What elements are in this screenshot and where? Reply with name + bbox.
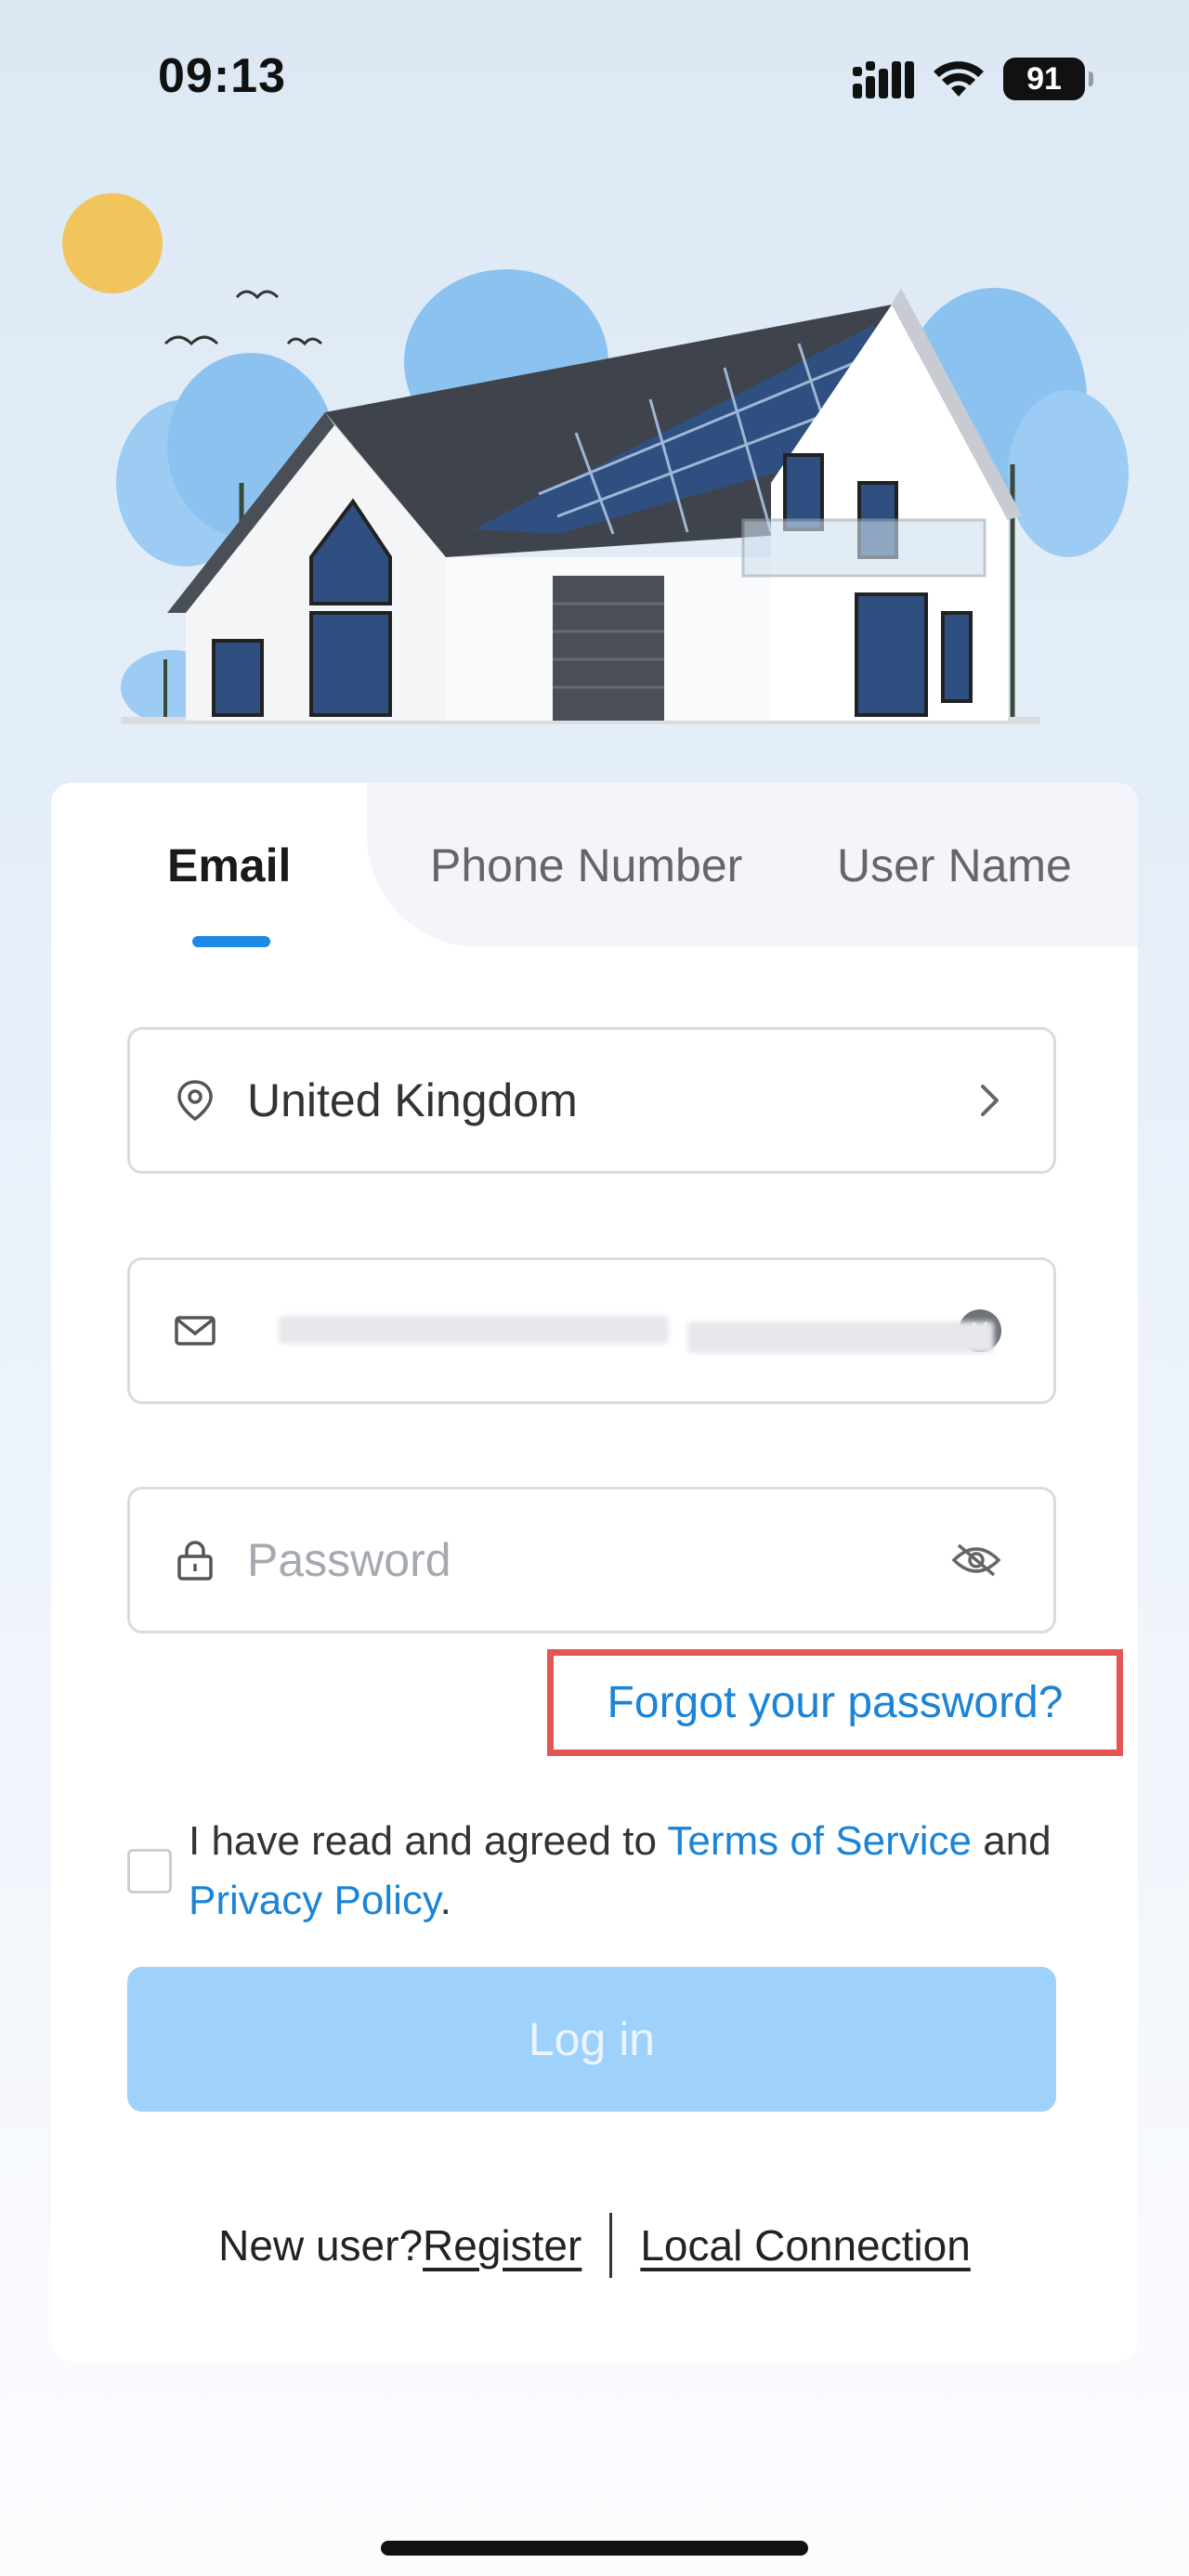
battery-icon: 91: [1003, 58, 1093, 100]
location-pin-icon: [177, 1080, 213, 1122]
agreement-suffix: .: [439, 1878, 451, 1923]
mail-icon: [175, 1316, 216, 1346]
footer-links: New user? Register Local Connection: [51, 2213, 1138, 2278]
eye-hidden-icon[interactable]: [951, 1542, 1001, 1579]
terms-of-service-link[interactable]: Terms of Service: [667, 1818, 972, 1864]
active-tab-indicator: [192, 936, 270, 947]
status-time: 09:13: [158, 49, 286, 103]
tab-phone-number[interactable]: Phone Number: [430, 839, 742, 892]
register-link[interactable]: Register: [423, 2220, 581, 2270]
battery-level: 91: [1026, 60, 1062, 97]
house-with-solar-panels-illustration: [62, 193, 1129, 724]
region-select[interactable]: United Kingdom: [127, 1027, 1056, 1174]
forgot-password-link[interactable]: Forgot your password?: [608, 1677, 1064, 1728]
agreement-middle: and: [972, 1818, 1052, 1864]
tab-user-name[interactable]: User Name: [837, 839, 1072, 892]
new-user-label: New user?: [218, 2221, 424, 2270]
signal-icon: [853, 61, 914, 98]
login-button[interactable]: Log in: [127, 1967, 1056, 2112]
region-value: United Kingdom: [247, 1074, 578, 1126]
password-field[interactable]: Password: [127, 1487, 1056, 1633]
password-placeholder[interactable]: Password: [247, 1533, 951, 1587]
login-card: Email Phone Number User Name United King…: [51, 783, 1138, 2361]
agreement-prefix: I have read and agreed to: [189, 1818, 668, 1864]
agreement-row: I have read and agreed to Terms of Servi…: [127, 1812, 1093, 1931]
agreement-checkbox[interactable]: [127, 1849, 172, 1893]
redaction-block: [687, 1321, 994, 1353]
email-field[interactable]: ✕: [127, 1257, 1056, 1404]
agreement-text: I have read and agreed to Terms of Servi…: [189, 1812, 1052, 1931]
status-icons: 91: [853, 58, 1093, 100]
local-connection-link[interactable]: Local Connection: [640, 2220, 970, 2270]
wifi-icon: [934, 61, 984, 97]
chevron-right-icon: [981, 1085, 999, 1116]
forgot-password-highlight: Forgot your password?: [547, 1649, 1123, 1756]
home-indicator: [381, 2541, 808, 2556]
tab-email[interactable]: Email: [167, 839, 291, 892]
privacy-policy-link[interactable]: Privacy Policy: [189, 1878, 440, 1923]
lock-icon: [177, 1541, 213, 1581]
redaction-block: [279, 1316, 669, 1344]
footer-divider: [609, 2213, 613, 2278]
